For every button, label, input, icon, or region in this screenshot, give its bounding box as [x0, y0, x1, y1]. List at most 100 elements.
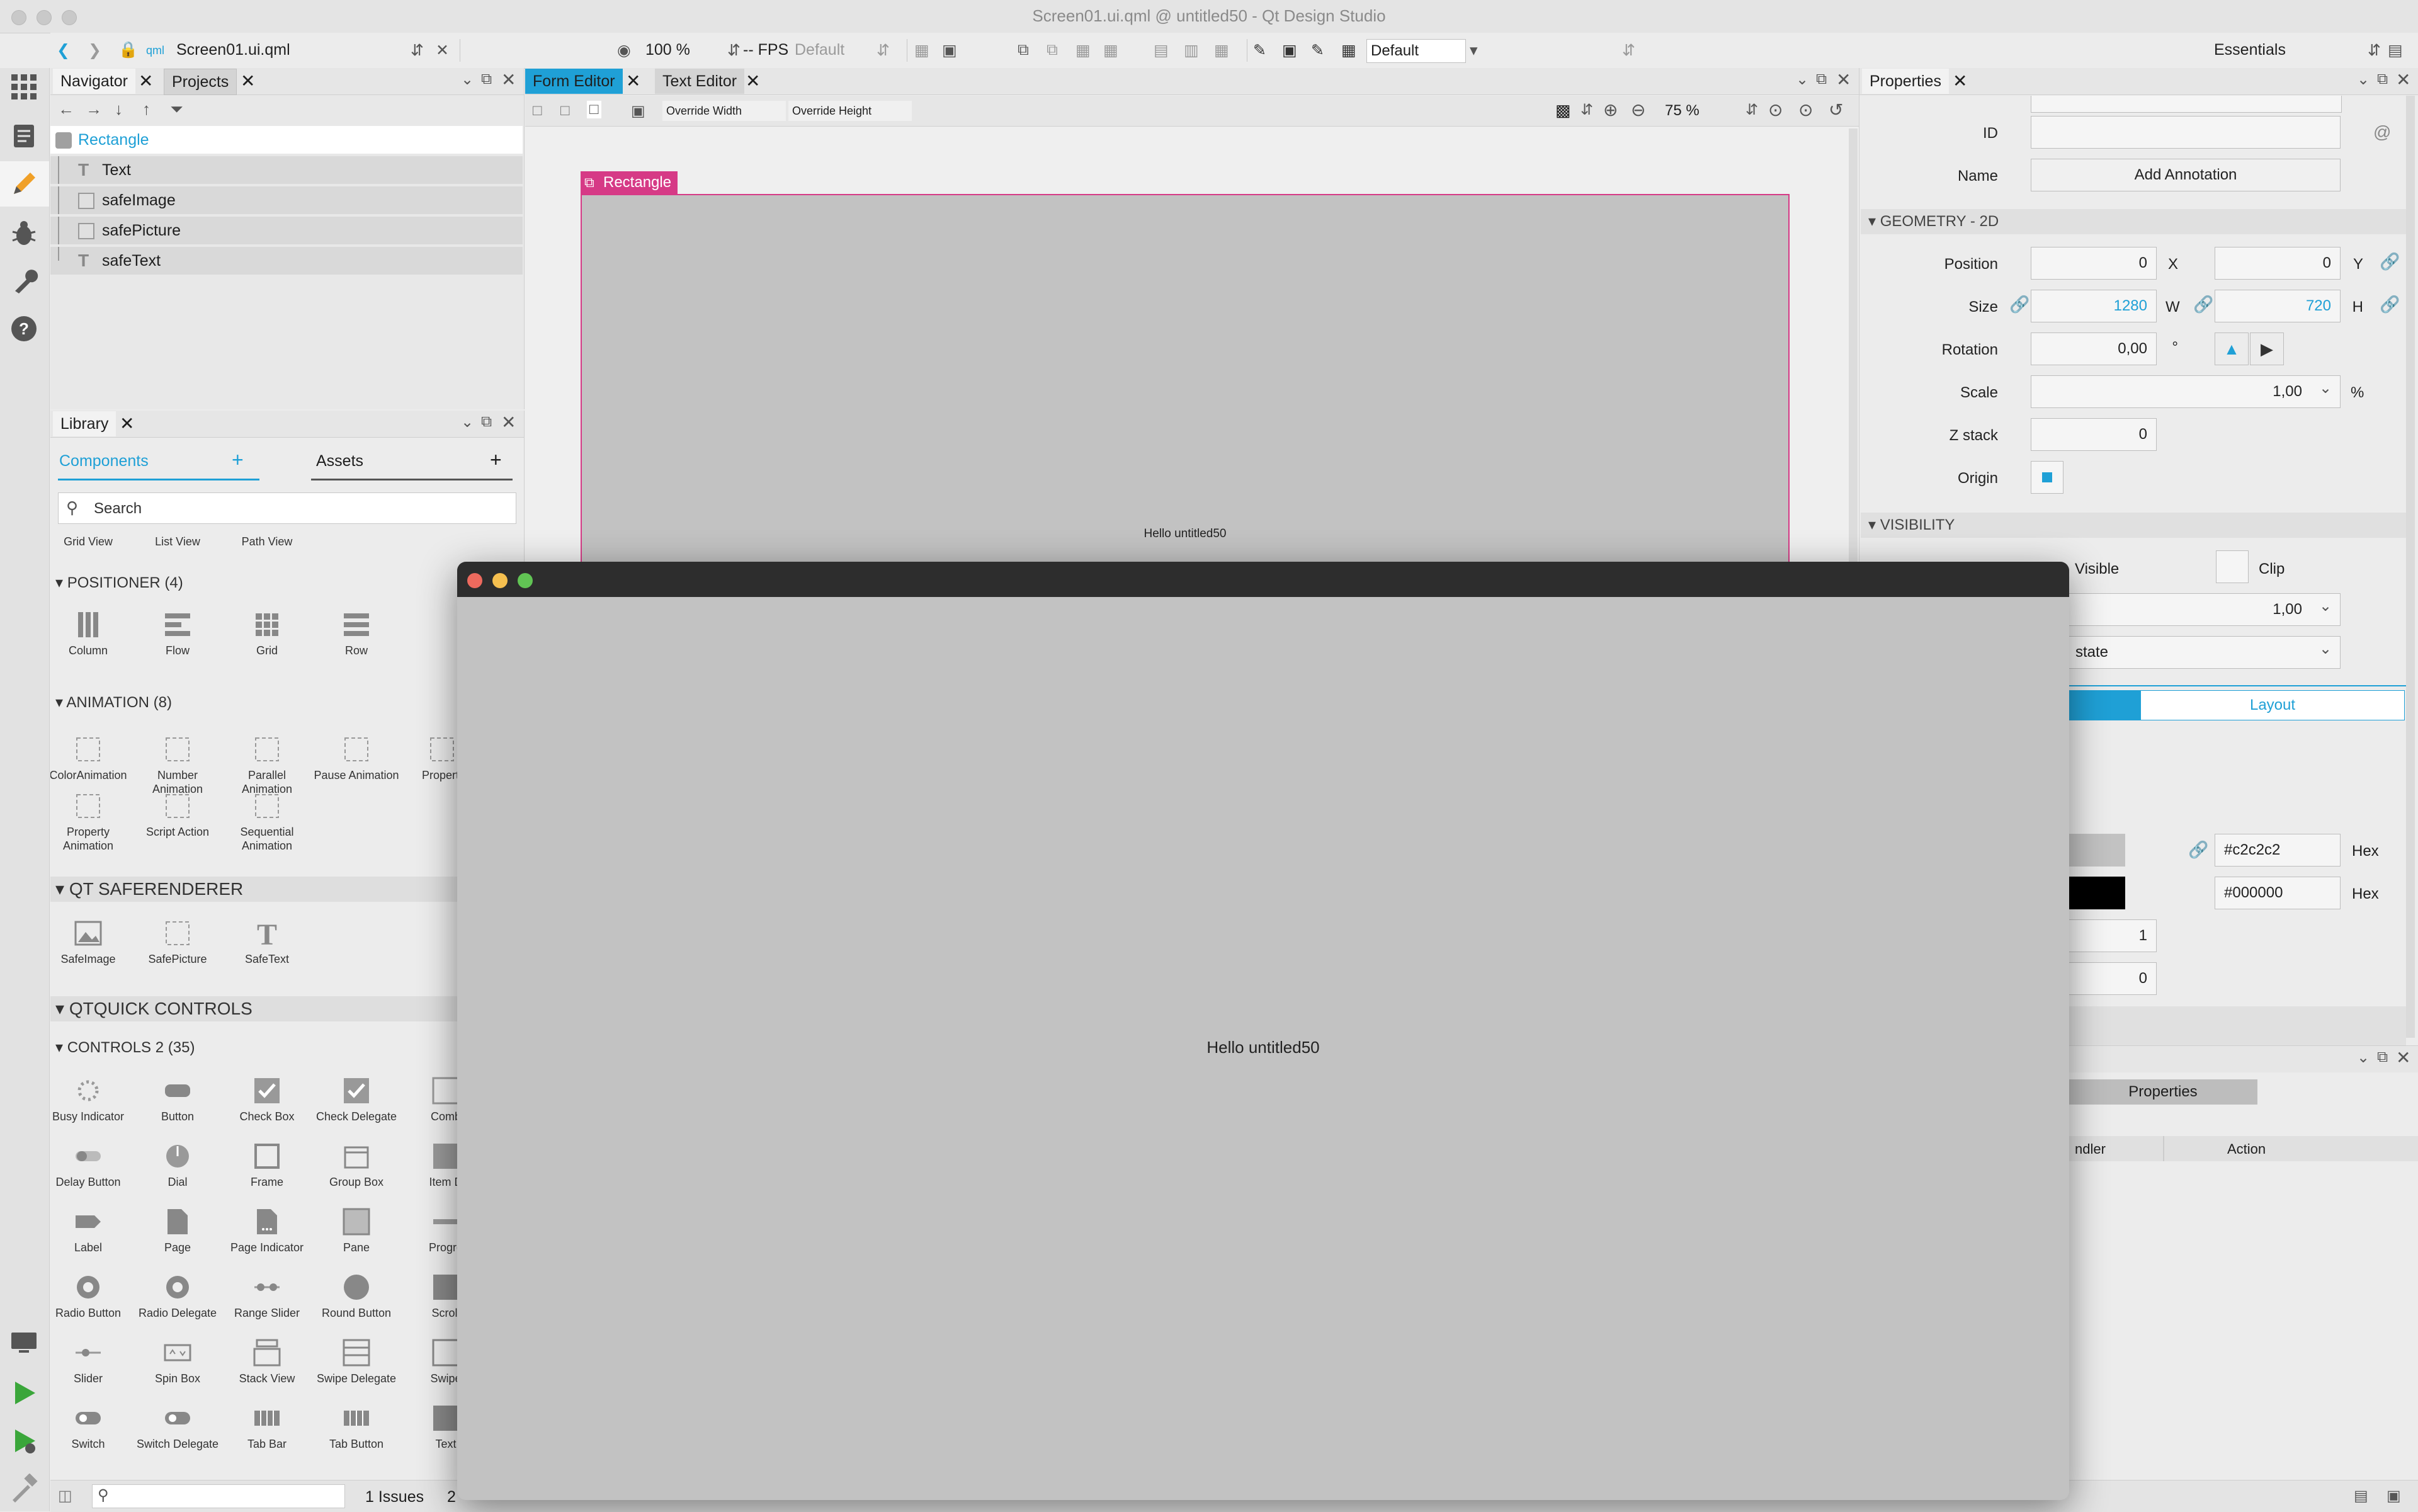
library-search-input[interactable]: ⚲ Search	[58, 492, 516, 524]
lib-item-control[interactable]: Range Slider	[223, 1272, 311, 1320]
close-document-icon[interactable]: ✕	[436, 41, 449, 60]
close-library-icon[interactable]: ✕	[120, 413, 134, 434]
position-y-input[interactable]: 0	[2215, 247, 2341, 280]
mirror-vertical-icon[interactable]: ▶	[2250, 333, 2284, 365]
output-toggle-icon[interactable]: ▣	[2387, 1487, 2401, 1505]
selected-item-tag[interactable]: ⧉ Rectangle	[581, 171, 678, 194]
lib-item-number-animation[interactable]: Number Animation	[133, 734, 222, 796]
lib-item-control[interactable]: Delay Button	[50, 1141, 132, 1189]
lib-item-flow[interactable]: Flow	[133, 610, 222, 657]
row-layout-icon[interactable]: ▤	[1154, 41, 1169, 60]
section-saferenderer[interactable]: ▾ QT SAFERENDERER	[50, 877, 524, 902]
section-positioner[interactable]: ▾ POSITIONER (4)	[50, 571, 453, 596]
rotation-input[interactable]: 0,00	[2031, 333, 2157, 365]
preview-minimize-button[interactable]	[492, 573, 508, 588]
tab-library[interactable]: Library	[53, 411, 116, 436]
preview-title-bar[interactable]	[457, 562, 2069, 597]
tab-navigator[interactable]: Navigator	[53, 69, 135, 94]
lib-item-control[interactable]: Check Box	[223, 1076, 311, 1123]
override-width-input[interactable]: Override Width	[662, 101, 786, 121]
tab-text-editor[interactable]: Text Editor	[655, 69, 745, 94]
link-color-icon[interactable]: 🔗	[2188, 840, 2208, 860]
zstack-input[interactable]: 0	[2031, 418, 2157, 451]
section-controls-2[interactable]: ▾ CONTROLS 2 (35)	[50, 1035, 453, 1060]
lock-icon[interactable]: 🔒	[118, 41, 138, 59]
library-float-icon[interactable]: ⧉	[481, 413, 492, 431]
lib-item-control[interactable]: Pane	[312, 1207, 400, 1254]
select-tool-icon[interactable]: □	[533, 102, 542, 120]
close-text-editor-icon[interactable]: ✕	[746, 71, 760, 91]
lib-item-column[interactable]: Column	[50, 610, 132, 657]
tab-assets[interactable]: Assets	[316, 452, 363, 470]
tree-item[interactable]: T safeText	[50, 247, 523, 275]
forward-arrow-icon[interactable]: ❯	[88, 41, 101, 60]
output-tab[interactable]: 2	[447, 1488, 456, 1506]
lib-item-control[interactable]: Tab Button	[312, 1403, 400, 1451]
editor-scrollbar[interactable]	[1849, 128, 1858, 632]
fps-stepper-icon[interactable]: ⇵	[877, 41, 890, 60]
id-input[interactable]	[2031, 116, 2341, 149]
link-icon[interactable]: 🔗	[2380, 295, 2400, 314]
save-icon[interactable]: ▣	[1282, 41, 1297, 60]
scale-input[interactable]: 1,00	[2031, 375, 2341, 408]
group-icon[interactable]: ⧉	[1047, 41, 1058, 59]
lib-item-control[interactable]: Group Box	[312, 1141, 400, 1189]
override-height-input[interactable]: Override Height	[788, 101, 912, 121]
lib-item-script-action[interactable]: Script Action	[133, 791, 222, 839]
align-icon[interactable]: ▦	[914, 41, 929, 60]
navigator-float-icon[interactable]: ⧉	[481, 71, 492, 88]
welcome-grid-icon[interactable]	[9, 72, 39, 102]
lib-item-control[interactable]: Switch	[50, 1403, 132, 1451]
lib-item-safe-picture[interactable]: SafePicture	[133, 918, 222, 966]
lib-item-control[interactable]: Page Indicator	[223, 1207, 311, 1254]
section-visibility[interactable]: ▾ VISIBILITY	[1861, 513, 2406, 538]
progress-toggle-icon[interactable]: ▤	[2354, 1487, 2368, 1505]
stack-icon[interactable]: ▦	[1076, 41, 1091, 60]
connections-close-icon[interactable]: ✕	[2396, 1047, 2410, 1068]
type-field[interactable]	[2031, 96, 2342, 113]
tab-properties[interactable]: Properties	[1862, 69, 1949, 94]
properties-float-icon[interactable]: ⧉	[2377, 71, 2388, 88]
lib-item-control[interactable]: Page	[133, 1207, 222, 1254]
state-combo[interactable]: state	[2031, 636, 2341, 669]
fps-mode-combo[interactable]: Default	[795, 41, 844, 59]
clip-checkbox[interactable]	[2216, 550, 2249, 583]
background-stepper-icon[interactable]: ⇵	[1581, 101, 1593, 119]
workspace-stepper-icon[interactable]: ⇵	[2368, 41, 2381, 60]
move-up-arrow-icon[interactable]: ↑	[142, 99, 150, 119]
section-geometry[interactable]: ▾ GEOMETRY - 2D	[1861, 209, 2406, 234]
grid-layout-icon[interactable]: ▦	[1214, 41, 1229, 60]
scale-chevron-icon[interactable]: ⌄	[2319, 379, 2332, 397]
tree-item-root[interactable]: Rectangle	[50, 126, 523, 154]
states-icon[interactable]: ▦	[1341, 41, 1356, 60]
debug-bug-icon[interactable]	[9, 218, 39, 248]
canvas-text[interactable]: Hello untitled50	[582, 527, 1788, 541]
alias-export-icon[interactable]: @	[2373, 122, 2391, 142]
lib-item-parallel-animation[interactable]: Parallel Animation	[223, 734, 311, 796]
chat-icon[interactable]: ▤	[2388, 41, 2403, 60]
lib-item-color-animation[interactable]: ColorAnimation	[50, 734, 132, 782]
properties-close-panel-icon[interactable]: ✕	[2396, 69, 2410, 90]
border-hex-input[interactable]: #000000	[2215, 877, 2341, 909]
zoom-selection-icon[interactable]: ⊙	[1798, 99, 1813, 120]
close-projects-icon[interactable]: ✕	[241, 71, 255, 91]
lib-item-control[interactable]: Frame	[223, 1141, 311, 1189]
close-navigator-icon[interactable]: ✕	[139, 71, 153, 91]
editor-dropdown-icon[interactable]: ⌄	[1796, 71, 1808, 89]
workspace-combo[interactable]: Essentials	[2214, 41, 2286, 59]
style-chevron-icon[interactable]: ▾	[1470, 41, 1478, 60]
library-dropdown-icon[interactable]: ⌄	[461, 413, 474, 431]
editor-zoom-stepper-icon[interactable]: ⇵	[1745, 101, 1758, 119]
zoom-out-icon[interactable]: ⊖	[1631, 99, 1645, 120]
tree-item[interactable]: T Text	[50, 156, 523, 184]
library-close-panel-icon[interactable]: ✕	[501, 412, 516, 433]
anchor-tool-icon[interactable]: □	[587, 101, 601, 118]
tree-item[interactable]: safePicture	[50, 217, 523, 244]
back-arrow-icon[interactable]: ❮	[57, 41, 70, 60]
editor-zoom-combo[interactable]: 75 %	[1665, 102, 1700, 120]
run-target-monitor-icon[interactable]	[9, 1327, 39, 1358]
debug-run-icon[interactable]	[9, 1426, 39, 1456]
lib-item-path-view[interactable]: Path View	[223, 535, 311, 549]
lib-item-sequential-animation[interactable]: Sequential Animation	[223, 791, 311, 853]
bounds-icon[interactable]: ▣	[631, 102, 645, 120]
